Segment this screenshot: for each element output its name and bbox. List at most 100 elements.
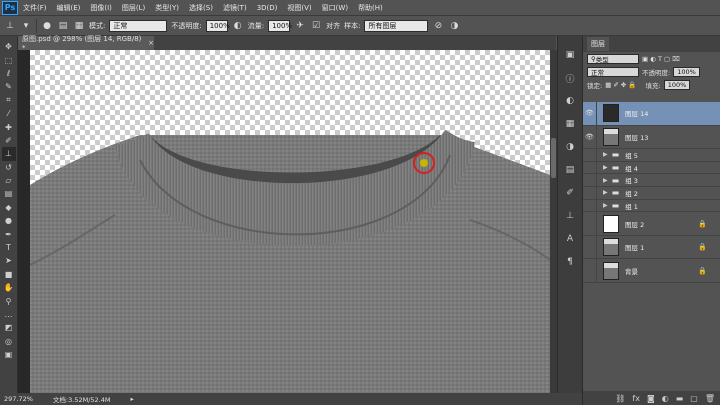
layers-tab[interactable]: 图层: [587, 37, 609, 51]
character-panel-icon[interactable]: A: [562, 232, 578, 246]
quick-select-tool-icon[interactable]: ✎: [2, 80, 16, 93]
filter-icons[interactable]: ▣ ◐ T ▢ ⌧: [642, 55, 680, 63]
brush-preset-icon[interactable]: ●: [41, 20, 53, 32]
chevron-right-icon[interactable]: ▶: [603, 164, 608, 171]
status-arrow-icon[interactable]: ▸: [130, 395, 133, 403]
fx-icon[interactable]: fx: [632, 394, 640, 403]
chevron-right-icon[interactable]: ▶: [603, 177, 608, 184]
menu-edit[interactable]: 编辑(E): [52, 3, 86, 13]
styles-panel-icon[interactable]: ▤: [562, 163, 578, 177]
brush-panel-icon[interactable]: ✐: [562, 186, 578, 200]
menu-type[interactable]: 类型(Y): [150, 3, 184, 13]
mode-select[interactable]: 正常: [109, 19, 168, 32]
document-canvas[interactable]: [30, 50, 550, 393]
brush-tool-icon[interactable]: ✐: [2, 134, 16, 147]
blur-tool-icon[interactable]: ◆: [2, 201, 16, 214]
menu-file[interactable]: 文件(F): [18, 3, 52, 13]
shape-tool-icon[interactable]: ■: [2, 268, 16, 281]
pen-tool-icon[interactable]: ✒: [2, 227, 16, 240]
toggle-brush-panel-icon[interactable]: ▤: [57, 20, 69, 32]
chevron-right-icon[interactable]: ▶: [603, 189, 608, 196]
menu-help[interactable]: 帮助(H): [353, 3, 388, 13]
kind-filter-select[interactable]: ⚲ 类型: [587, 53, 639, 64]
eye-off-icon[interactable]: [583, 259, 597, 282]
eye-icon[interactable]: 👁: [583, 102, 597, 125]
group-row[interactable]: ▶ ▬ 组 4: [583, 161, 720, 175]
fill-field[interactable]: 100%: [663, 79, 691, 90]
history-panel-icon[interactable]: ▣: [562, 48, 578, 62]
vertical-scrollbar[interactable]: [550, 50, 557, 393]
lock-icons[interactable]: ▦ ✐ ✥ 🔒: [605, 81, 636, 89]
chevron-down-icon[interactable]: ▾: [20, 20, 32, 32]
zoom-tool-icon[interactable]: ⚲: [2, 294, 16, 307]
airbrush-icon[interactable]: ✈: [294, 20, 306, 32]
aligned-checkbox[interactable]: ☑: [310, 20, 322, 32]
menu-layer[interactable]: 图层(L): [117, 3, 150, 13]
gradient-tool-icon[interactable]: ▤: [2, 187, 16, 200]
path-select-tool-icon[interactable]: ➤: [2, 254, 16, 267]
sample-select[interactable]: 所有图层: [364, 19, 429, 32]
group-row[interactable]: ▶ ▬ 组 5: [583, 149, 720, 162]
zoom-readout[interactable]: 297.72%: [4, 395, 33, 403]
document-tab[interactable]: 原图.psd @ 298% (图层 14, RGB/8) * ×: [18, 35, 154, 52]
eye-off-icon[interactable]: [583, 187, 597, 199]
pressure-size-icon[interactable]: ◑: [448, 20, 460, 32]
eye-icon[interactable]: 👁: [583, 125, 597, 148]
lasso-tool-icon[interactable]: ℓ: [2, 67, 16, 80]
adjustments-panel-icon[interactable]: ◑: [562, 140, 578, 154]
ignore-adjustment-icon[interactable]: ⊘: [432, 20, 444, 32]
healing-brush-tool-icon[interactable]: ✚: [2, 120, 16, 133]
menu-view[interactable]: 视图(V): [282, 3, 316, 13]
eye-off-icon[interactable]: [583, 212, 597, 235]
crop-tool-icon[interactable]: ⌗: [2, 94, 16, 107]
paragraph-panel-icon[interactable]: ¶: [562, 255, 578, 269]
chevron-right-icon[interactable]: ▶: [603, 202, 608, 209]
more-tools-icon[interactable]: …: [2, 308, 16, 321]
layer-row[interactable]: 背景 🔒: [583, 259, 720, 283]
clone-stamp-tool-icon[interactable]: ⊥: [1, 147, 16, 161]
group-row[interactable]: ▶ ▬ 组 3: [583, 174, 720, 188]
move-tool-icon[interactable]: ✥: [2, 40, 16, 53]
chevron-right-icon[interactable]: ▶: [603, 151, 608, 158]
new-layer-icon[interactable]: ▢: [690, 394, 698, 403]
eye-off-icon[interactable]: [583, 199, 597, 212]
color-swatches-icon[interactable]: ◩: [2, 321, 16, 334]
menu-3d[interactable]: 3D(D): [252, 4, 283, 12]
clone-source-panel-icon[interactable]: ⊥: [562, 209, 578, 223]
adjustment-layer-icon[interactable]: ◐: [662, 394, 669, 403]
menu-filter[interactable]: 滤镜(T): [218, 3, 252, 13]
type-tool-icon[interactable]: T: [2, 241, 16, 254]
dodge-tool-icon[interactable]: ●: [2, 214, 16, 227]
group-row[interactable]: ▶ ▬ 组 2: [583, 187, 720, 200]
trash-icon[interactable]: 🗑: [705, 394, 715, 403]
layer-opacity-field[interactable]: 100%: [673, 66, 700, 77]
eyedropper-tool-icon[interactable]: ⁄: [2, 107, 16, 120]
scrollbar-thumb[interactable]: [551, 138, 556, 178]
menu-image[interactable]: 图像(I): [85, 3, 117, 13]
eye-off-icon[interactable]: [583, 149, 597, 161]
link-layers-icon[interactable]: ⛓: [615, 394, 625, 403]
opacity-field[interactable]: 100%: [205, 19, 230, 32]
color-panel-icon[interactable]: ◐: [562, 94, 578, 108]
layer-row[interactable]: 👁 图层 13: [583, 125, 720, 149]
layer-row[interactable]: 图层 2 🔒: [583, 212, 720, 236]
menu-window[interactable]: 窗口(W): [317, 3, 353, 13]
clone-stamp-preset-icon[interactable]: ⊥: [4, 20, 16, 32]
eye-off-icon[interactable]: [583, 235, 597, 259]
layer-row[interactable]: 图层 1 🔒: [583, 235, 720, 260]
quick-mask-icon[interactable]: ◎: [2, 335, 16, 348]
eye-off-icon[interactable]: [583, 161, 597, 174]
marquee-tool-icon[interactable]: ⬚: [2, 53, 16, 66]
eraser-tool-icon[interactable]: ▱: [2, 174, 16, 187]
close-tab-icon[interactable]: ×: [148, 39, 154, 47]
add-mask-icon[interactable]: ◙: [647, 394, 655, 403]
history-brush-tool-icon[interactable]: ↺: [2, 161, 16, 174]
hand-tool-icon[interactable]: ✋: [2, 281, 16, 294]
clone-source-panel-icon[interactable]: ▦: [73, 20, 85, 32]
blend-mode-select[interactable]: 正常: [587, 66, 639, 77]
group-row[interactable]: ▶ ▬ 组 1: [583, 199, 720, 213]
eye-off-icon[interactable]: [583, 174, 597, 187]
flow-field[interactable]: 100%: [268, 19, 292, 32]
menu-select[interactable]: 选择(S): [184, 3, 218, 13]
swatches-panel-icon[interactable]: ▦: [562, 117, 578, 131]
